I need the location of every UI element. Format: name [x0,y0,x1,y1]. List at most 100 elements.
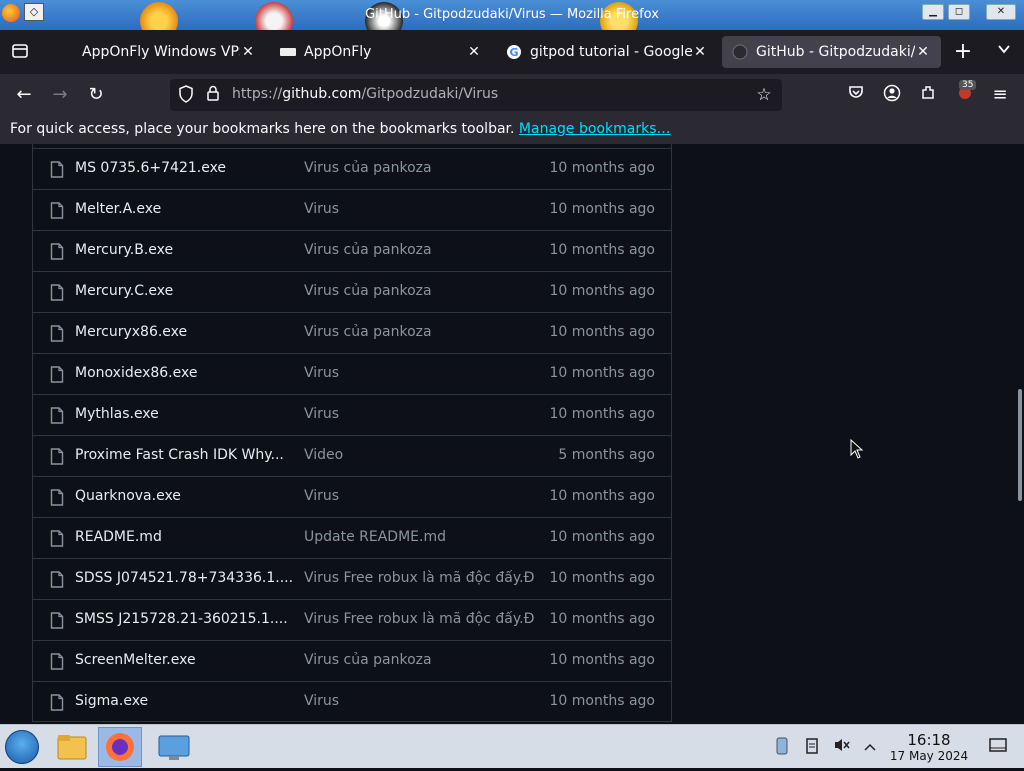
clipboard-tray-icon[interactable] [802,737,822,757]
file-row[interactable]: Mythlas.exe Virus 10 months ago [33,394,671,435]
lock-icon[interactable] [203,85,223,105]
firefox-taskbar-icon[interactable] [98,727,142,767]
commit-message-link[interactable]: Video [304,447,343,463]
manage-bookmarks-link[interactable]: Manage bookmarks… [519,121,671,137]
file-explorer-taskbar-icon[interactable] [50,727,94,767]
tab-apponfly-vps[interactable]: AppOnFly Windows VPS ( ✕ [48,36,266,68]
file-name-link[interactable]: Quarknova.exe [75,488,181,504]
url-text[interactable]: https://github.com/Gitpodzudaki/Virus [232,86,498,102]
file-row[interactable]: Mercury.C.exe Virus của pankoza 10 months … [33,271,671,312]
file-name-link[interactable]: SMSS J215728.21-360215.1.... [75,611,288,627]
page-scrollbar[interactable] [1018,389,1022,501]
file-icon [50,284,64,301]
commit-message-link[interactable]: Virus [304,488,339,504]
file-name-link[interactable]: Proxime Fast Crash IDK Why... [75,447,284,463]
file-name-link[interactable]: Mercuryx86.exe [75,324,187,340]
file-name-link[interactable]: Mercury.C.exe [75,283,173,299]
new-tab-icon[interactable]: + [953,41,973,63]
file-row[interactable]: Sigma.exe Virus 10 months ago [33,681,671,722]
mouse-cursor-icon [850,438,864,459]
account-icon[interactable] [880,84,904,106]
file-name-link[interactable]: ScreenMelter.exe [75,652,196,668]
file-name-link[interactable]: Sigma.exe [75,693,148,709]
file-row[interactable]: Mercury.B.exe Virus của pankoza 10 months … [33,230,671,271]
file-icon [50,530,64,547]
remote-desktop-taskbar-icon[interactable] [152,727,196,767]
commit-message-link[interactable]: Virus của pankoza [304,652,432,668]
hamburger-menu-icon[interactable]: ≡ [988,84,1012,106]
reload-icon[interactable]: ↻ [84,84,108,106]
close-tab-icon[interactable]: ✕ [240,44,256,60]
addon-badge: 35 [959,80,977,90]
commit-message-link[interactable]: Virus Free robux là mã độc đấy.Đ... [304,570,536,586]
commit-date: 10 months ago [549,406,655,422]
file-name-link[interactable]: MS 0735.6+7421.exe [75,160,226,176]
commit-date: 10 months ago [549,652,655,668]
file-name-link[interactable]: Mercury.B.exe [75,242,173,258]
file-row[interactable]: MS 0735.6+7421.exe Virus của pankoza 10 mo… [33,148,671,189]
commit-date: 10 months ago [549,365,655,381]
show-hidden-icons-chevron-icon[interactable] [860,737,880,757]
navigation-toolbar: ← → ↻ https://github.com/Gitpodzudaki/Vi… [0,74,1024,116]
file-row[interactable]: SDSS J074521.78+734336.1.... Virus Free r… [33,558,671,599]
maximize-button[interactable]: ◻ [948,4,970,20]
file-name-link[interactable]: Monoxidex86.exe [75,365,197,381]
pocket-icon[interactable] [844,84,868,106]
show-desktop-icon[interactable] [988,737,1008,757]
file-icon [50,653,64,670]
tab-google-search[interactable]: G gitpod tutorial - Google S ✕ [496,36,718,68]
file-row[interactable]: SMSS J215728.21-360215.1.... Virus Free r… [33,599,671,640]
list-all-tabs-icon[interactable] [994,42,1014,62]
commit-date: 10 months ago [549,570,655,586]
extensions-icon[interactable] [916,84,940,106]
commit-message-link[interactable]: Virus của pankoza [304,242,432,258]
shield-icon[interactable] [176,85,196,105]
file-row[interactable]: Monoxidex86.exe Virus 10 months ago [33,353,671,394]
close-tab-icon[interactable]: ✕ [915,44,931,60]
google-icon: G [506,44,522,60]
back-icon[interactable]: ← [12,84,36,106]
tab-label: GitHub - Gitpodzudaki/Vi [756,44,915,60]
forward-icon[interactable]: → [48,84,72,106]
file-icon [50,694,64,711]
commit-message-link[interactable]: Update README.md [304,529,446,545]
tab-apponfly[interactable]: AppOnFly ✕ [270,36,492,68]
file-name-link[interactable]: README.md [75,529,162,545]
commit-date: 10 months ago [549,488,655,504]
minimize-button[interactable]: ▁ [922,4,944,20]
file-name-link[interactable]: SDSS J074521.78+734336.1.... [75,570,293,586]
file-row[interactable]: Proxime Fast Crash IDK Why... Video 5 mont… [33,435,671,476]
file-name-link[interactable]: Mythlas.exe [75,406,159,422]
taskbar-clock[interactable]: 16:18 17 May 2024 [888,731,970,763]
file-row[interactable]: Quarknova.exe Virus 10 months ago [33,476,671,517]
start-button[interactable] [5,730,39,764]
taskbar: 16:18 17 May 2024 [0,724,1024,768]
file-row[interactable]: Melter.A.exe Virus 10 months ago [33,189,671,230]
commit-message-link[interactable]: Virus [304,693,339,709]
commit-date: 10 months ago [549,529,655,545]
bookmark-star-icon[interactable]: ☆ [754,85,774,105]
file-name-link[interactable]: Melter.A.exe [75,201,161,217]
tab-github[interactable]: GitHub - Gitpodzudaki/Vi ✕ [722,36,941,68]
close-tab-icon[interactable]: ✕ [466,44,482,60]
bookmarks-message: For quick access, place your bookmarks h… [10,121,515,137]
file-row[interactable]: ScreenMelter.exe Virus của pankoza 10 mont… [33,640,671,681]
tab-label: AppOnFly [304,44,372,60]
window-titlebar[interactable]: ◇ GitHub - Gitpodzudaki/Virus — Mozilla … [0,0,1024,30]
close-tab-icon[interactable]: ✕ [692,44,708,60]
url-bar[interactable]: https://github.com/Gitpodzudaki/Virus ☆ [170,79,782,111]
commit-message-link[interactable]: Virus của pankoza [304,324,432,340]
commit-message-link[interactable]: Virus [304,201,339,217]
network-tray-icon[interactable] [772,737,792,757]
file-row[interactable]: README.md Update README.md 10 months ago [33,517,671,558]
tab-label: AppOnFly Windows VPS ( [82,44,240,60]
commit-message-link[interactable]: Virus của pankoza [304,283,432,299]
commit-message-link[interactable]: Virus [304,365,339,381]
commit-message-link[interactable]: Virus Free robux là mã độc đấy.Đ... [304,611,536,627]
firefox-view-icon[interactable] [10,42,30,62]
close-window-button[interactable]: ✕ [986,4,1016,20]
file-row[interactable]: Mercuryx86.exe Virus của pankoza 10 months… [33,312,671,353]
volume-muted-icon[interactable] [832,737,852,757]
commit-message-link[interactable]: Virus của pankoza [304,160,432,176]
commit-message-link[interactable]: Virus [304,406,339,422]
